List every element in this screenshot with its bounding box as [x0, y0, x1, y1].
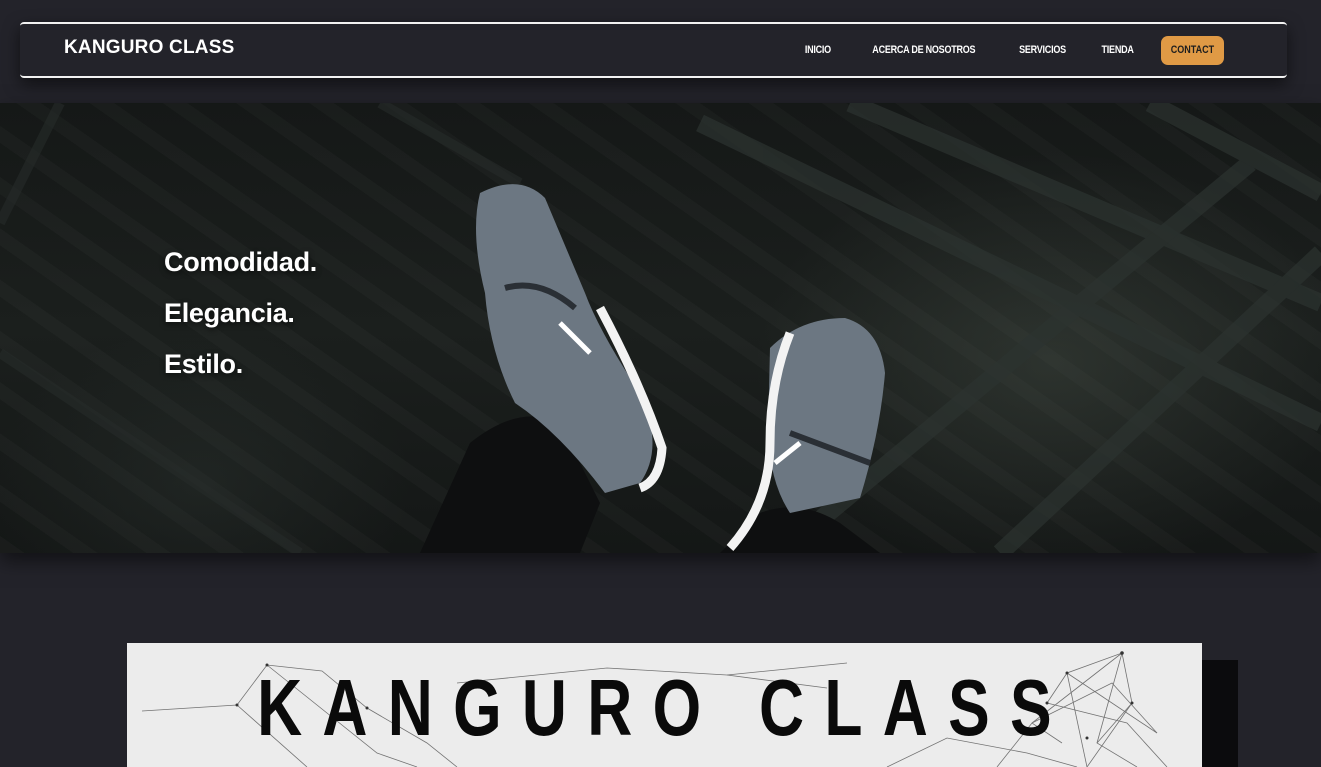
- nav-link-tienda[interactable]: TIENDA: [1101, 44, 1133, 56]
- nav-link-servicios[interactable]: SERVICIOS: [1019, 44, 1066, 56]
- contact-button[interactable]: CONTACT: [1161, 35, 1224, 65]
- hero-tagline: Comodidad. Elegancia. Estilo.: [164, 237, 317, 390]
- contact-button-label: CONTACT: [1170, 44, 1215, 56]
- hero-line-elegancia: Elegancia.: [164, 298, 295, 328]
- banner-title: KANGURO CLASS: [257, 663, 1072, 752]
- nav-link-acerca[interactable]: ACERCA DE NOSOTROS: [873, 44, 976, 56]
- hero-section: Comodidad. Elegancia. Estilo.: [0, 103, 1321, 553]
- brand-banner: KANGURO CLASS: [127, 643, 1202, 767]
- hero-line-estilo: Estilo.: [164, 349, 243, 379]
- brand-logo[interactable]: KANGURO CLASS: [64, 37, 234, 59]
- navbar: KANGURO CLASS INICIO ACERCA DE NOSOTROS …: [20, 22, 1287, 78]
- banner-shadow: [1200, 660, 1238, 767]
- nav-links: INICIO ACERCA DE NOSOTROS SERVICIOS TIEN…: [775, 24, 1224, 76]
- hero-line-comodidad: Comodidad.: [164, 247, 317, 277]
- nav-link-inicio[interactable]: INICIO: [805, 44, 831, 56]
